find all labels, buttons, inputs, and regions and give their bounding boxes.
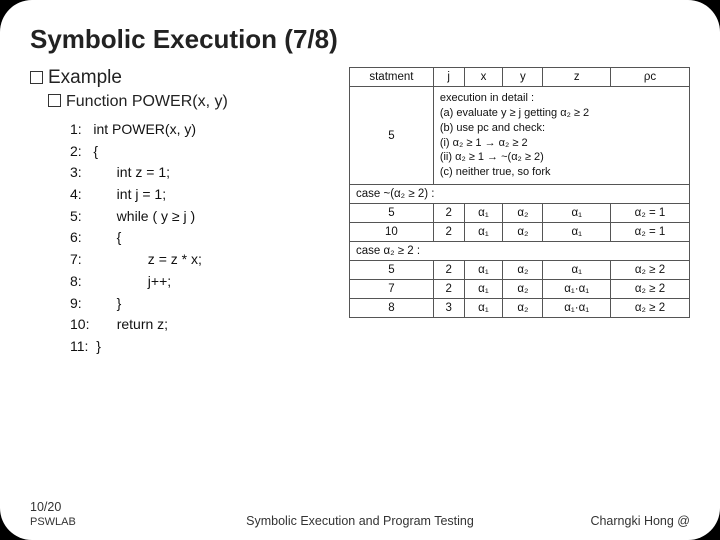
cell: α₁ <box>543 204 611 223</box>
case2-label: case α₂ ≥ 2 : <box>350 242 690 261</box>
cell: 10 <box>350 223 434 242</box>
cell: 2 <box>433 223 464 242</box>
cell: α₁·α₁ <box>543 280 611 299</box>
cell: α₁ <box>543 223 611 242</box>
cell: α₁ <box>464 261 503 280</box>
cell: 7 <box>350 280 434 299</box>
page-number: 10/20 <box>30 500 61 514</box>
bullet-function-text: Function POWER(x, y) <box>66 93 228 110</box>
bullet-example-text: Example <box>48 67 122 88</box>
th-stmt: statment <box>350 68 434 87</box>
cell-stmt: 5 <box>350 87 434 185</box>
cell: α₂ = 1 <box>610 223 689 242</box>
cell-detail: execution in detail : (a) evaluate y ≥ j… <box>433 87 689 185</box>
cell: 5 <box>350 261 434 280</box>
cell: 2 <box>433 261 464 280</box>
cell: α₂ ≥ 2 <box>610 299 689 318</box>
bullet-example: Example <box>30 67 335 89</box>
table-row: case α₂ ≥ 2 : <box>350 242 690 261</box>
code-block: 1: int POWER(x, y) 2: { 3: int z = 1; 4:… <box>70 119 335 358</box>
cell: α₂ = 1 <box>610 204 689 223</box>
footer-center: Symbolic Execution and Program Testing <box>30 514 690 528</box>
table-header-row: statment j x y z ρc <box>350 68 690 87</box>
cell: α₁ <box>543 261 611 280</box>
bullet-function: Function POWER(x, y) <box>48 93 335 111</box>
cell: 2 <box>433 280 464 299</box>
checkbox-icon <box>48 94 61 107</box>
table-row: case ~(α₂ ≥ 2) : <box>350 185 690 204</box>
checkbox-icon <box>30 71 43 84</box>
cell: α₂ <box>503 299 543 318</box>
cell: α₂ <box>503 204 543 223</box>
case1-label: case ~(α₂ ≥ 2) : <box>350 185 690 204</box>
cell: α₁·α₁ <box>543 299 611 318</box>
table-row: 5 2 α₁ α₂ α₁ α₂ = 1 <box>350 204 690 223</box>
cell: α₁ <box>464 204 503 223</box>
cell: α₁ <box>464 299 503 318</box>
cell: α₂ <box>503 223 543 242</box>
table-row: 7 2 α₁ α₂ α₁·α₁ α₂ ≥ 2 <box>350 280 690 299</box>
cell: 2 <box>433 204 464 223</box>
trace-table: statment j x y z ρc 5 execution in detai… <box>349 67 690 318</box>
th-pc: ρc <box>610 68 689 87</box>
cell: 8 <box>350 299 434 318</box>
th-z: z <box>543 68 611 87</box>
cell: α₁ <box>464 280 503 299</box>
cell: 5 <box>350 204 434 223</box>
table-row: 5 2 α₁ α₂ α₁ α₂ ≥ 2 <box>350 261 690 280</box>
cell: 3 <box>433 299 464 318</box>
slide-title: Symbolic Execution (7/8) <box>30 24 690 55</box>
cell: α₂ <box>503 280 543 299</box>
footer: 10/20 PSWLAB Symbolic Execution and Prog… <box>30 500 690 528</box>
th-x: x <box>464 68 503 87</box>
table-row: 8 3 α₁ α₂ α₁·α₁ α₂ ≥ 2 <box>350 299 690 318</box>
table-row: 10 2 α₁ α₂ α₁ α₂ = 1 <box>350 223 690 242</box>
th-j: j <box>433 68 464 87</box>
cell: α₂ <box>503 261 543 280</box>
cell: α₁ <box>464 223 503 242</box>
left-column: Example Function POWER(x, y) 1: int POWE… <box>30 67 335 358</box>
cell: α₂ ≥ 2 <box>610 280 689 299</box>
slide: Symbolic Execution (7/8) Example Functio… <box>0 0 720 540</box>
slide-body: Example Function POWER(x, y) 1: int POWE… <box>30 67 690 358</box>
th-y: y <box>503 68 543 87</box>
table-row: 5 execution in detail : (a) evaluate y ≥… <box>350 87 690 185</box>
cell: α₂ ≥ 2 <box>610 261 689 280</box>
right-column: statment j x y z ρc 5 execution in detai… <box>349 67 690 358</box>
